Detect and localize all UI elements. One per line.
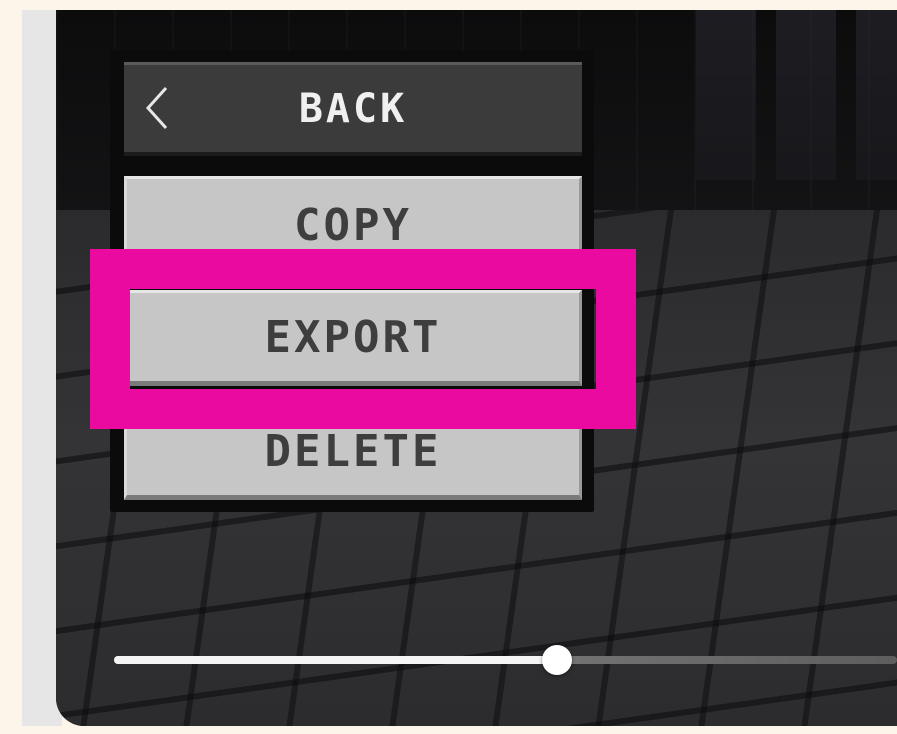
app-page: BACK COPY EXPORT DELETE: [0, 0, 897, 734]
delete-button-label: DELETE: [264, 425, 442, 477]
back-button[interactable]: BACK: [124, 62, 582, 156]
export-button[interactable]: EXPORT: [124, 290, 582, 386]
wall-panel: [696, 10, 756, 180]
slider-thumb[interactable]: [542, 645, 572, 675]
slider-fill: [114, 656, 557, 664]
copy-button-label: COPY: [294, 199, 412, 251]
delete-button[interactable]: DELETE: [124, 404, 582, 500]
back-button-label: BACK: [298, 85, 408, 132]
wall-panel: [776, 10, 836, 180]
chevron-left-icon[interactable]: [142, 84, 174, 132]
copy-button[interactable]: COPY: [124, 176, 582, 276]
export-button-label: EXPORT: [264, 311, 442, 363]
wall-panel: [856, 10, 897, 180]
